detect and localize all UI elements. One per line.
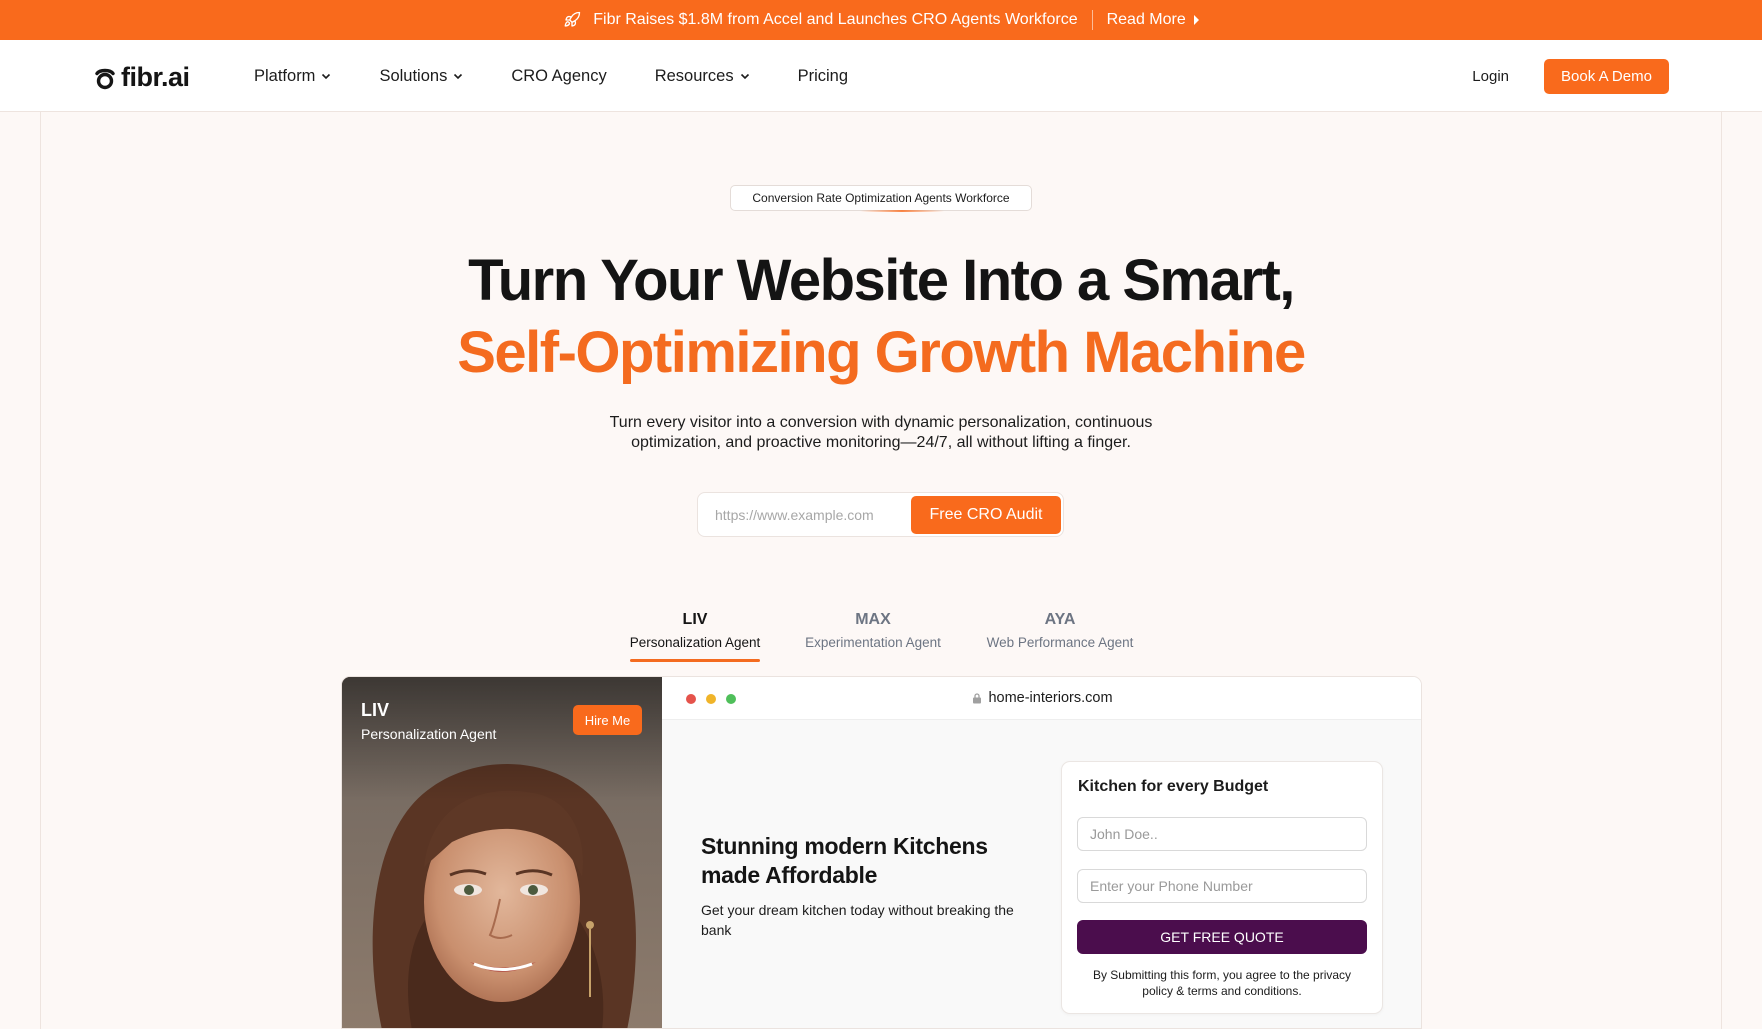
quote-form-title: Kitchen for every Budget bbox=[1078, 778, 1269, 795]
tab-aya[interactable]: AYA Web Performance Agent bbox=[975, 609, 1145, 653]
get-free-quote-button[interactable]: GET FREE QUOTE bbox=[1077, 920, 1367, 954]
top-navigation: fibr.ai Platform Solutions CRO Agency Re… bbox=[0, 40, 1762, 112]
eyebrow-badge: Conversion Rate Optimization Agents Work… bbox=[730, 185, 1032, 211]
agent-portrait: LIV Personalization Agent Hire Me bbox=[342, 677, 662, 1028]
nav-item-label: CRO Agency bbox=[511, 66, 607, 85]
form-legal-text: By Submitting this form, you agree to th… bbox=[1092, 968, 1352, 998]
browser-address: home-interiors.com bbox=[662, 690, 1421, 706]
eyebrow-glow bbox=[860, 210, 944, 212]
nav-item-label: Solutions bbox=[379, 66, 448, 85]
tab-agent-role: Web Performance Agent bbox=[986, 635, 1134, 650]
headline-line-1: Turn Your Website Into a Smart, bbox=[468, 248, 1295, 313]
nav-item-pricing[interactable]: Pricing bbox=[798, 67, 848, 86]
hire-me-button[interactable]: Hire Me bbox=[573, 705, 642, 735]
audit-form: Free CRO Audit bbox=[697, 492, 1064, 537]
chevron-down-icon bbox=[740, 73, 749, 80]
quote-form: Kitchen for every Budget GET FREE QUOTE … bbox=[1061, 761, 1383, 1014]
agent-role: Personalization Agent bbox=[361, 726, 497, 742]
announcement-text: Fibr Raises $1.8M from Accel and Launche… bbox=[593, 11, 1078, 28]
agent-name: LIV bbox=[361, 700, 390, 720]
nav-item-label: Pricing bbox=[797, 66, 849, 85]
lock-icon bbox=[973, 692, 982, 703]
caret-right-icon bbox=[1193, 15, 1199, 25]
browser-toolbar: home-interiors.com bbox=[662, 677, 1421, 720]
website-url-input[interactable] bbox=[700, 495, 905, 534]
hero-subtext: Turn every visitor into a conversion wit… bbox=[609, 414, 1153, 451]
agent-demo-card: LIV Personalization Agent Hire Me home-i… bbox=[341, 676, 1422, 1029]
logo[interactable]: fibr.ai bbox=[94, 62, 190, 93]
nav-item-label: Resources bbox=[654, 66, 734, 85]
announcement-divider bbox=[1091, 10, 1093, 30]
free-cro-audit-button[interactable]: Free CRO Audit bbox=[911, 496, 1061, 534]
frame-line-left bbox=[40, 112, 41, 1029]
landing-title: Stunning modern Kitchens made Affordable bbox=[701, 833, 988, 888]
chevron-down-icon bbox=[454, 73, 463, 80]
landing-subtitle: Get your dream kitchen today without bre… bbox=[701, 902, 1014, 938]
tab-agent-role: Experimentation Agent bbox=[805, 635, 941, 650]
nav-item-platform[interactable]: Platform bbox=[254, 67, 331, 86]
tab-liv[interactable]: LIV Personalization Agent bbox=[620, 609, 770, 653]
book-demo-button[interactable]: Book A Demo bbox=[1544, 59, 1669, 94]
nav-actions: Login Book A Demo bbox=[1472, 59, 1669, 94]
browser-mockup: home-interiors.com Stunning modern Kitch… bbox=[662, 677, 1421, 1028]
nav-item-solutions[interactable]: Solutions bbox=[379, 67, 463, 86]
nav-item-label: Platform bbox=[254, 66, 316, 85]
tab-agent-name: MAX bbox=[855, 611, 891, 628]
headline-line-2: Self-Optimizing Growth Machine bbox=[457, 320, 1306, 385]
nav-item-resources[interactable]: Resources bbox=[655, 67, 750, 86]
tab-max[interactable]: MAX Experimentation Agent bbox=[798, 609, 948, 653]
tab-agent-name: LIV bbox=[682, 611, 708, 628]
frame-line-right bbox=[1721, 112, 1722, 1029]
fibr-logo-icon bbox=[95, 68, 115, 89]
read-more-label: Read More bbox=[1106, 11, 1186, 28]
tab-agent-name: AYA bbox=[1044, 611, 1076, 628]
nav-item-cro-agency[interactable]: CRO Agency bbox=[511, 67, 606, 86]
tab-agent-role: Personalization Agent bbox=[629, 635, 761, 650]
active-tab-indicator bbox=[630, 659, 760, 662]
announcement-bar: Fibr Raises $1.8M from Accel and Launche… bbox=[0, 0, 1762, 40]
phone-field[interactable] bbox=[1077, 869, 1367, 903]
login-link[interactable]: Login bbox=[1472, 68, 1509, 85]
chevron-down-icon bbox=[322, 73, 331, 80]
read-more-link[interactable]: Read More bbox=[1107, 11, 1199, 29]
name-field[interactable] bbox=[1077, 817, 1367, 851]
browser-url: home-interiors.com bbox=[988, 690, 1113, 706]
logo-text: fibr.ai bbox=[121, 62, 190, 92]
nav-menu: Platform Solutions CRO Agency Resources … bbox=[254, 40, 848, 112]
rocket-icon bbox=[563, 11, 581, 29]
